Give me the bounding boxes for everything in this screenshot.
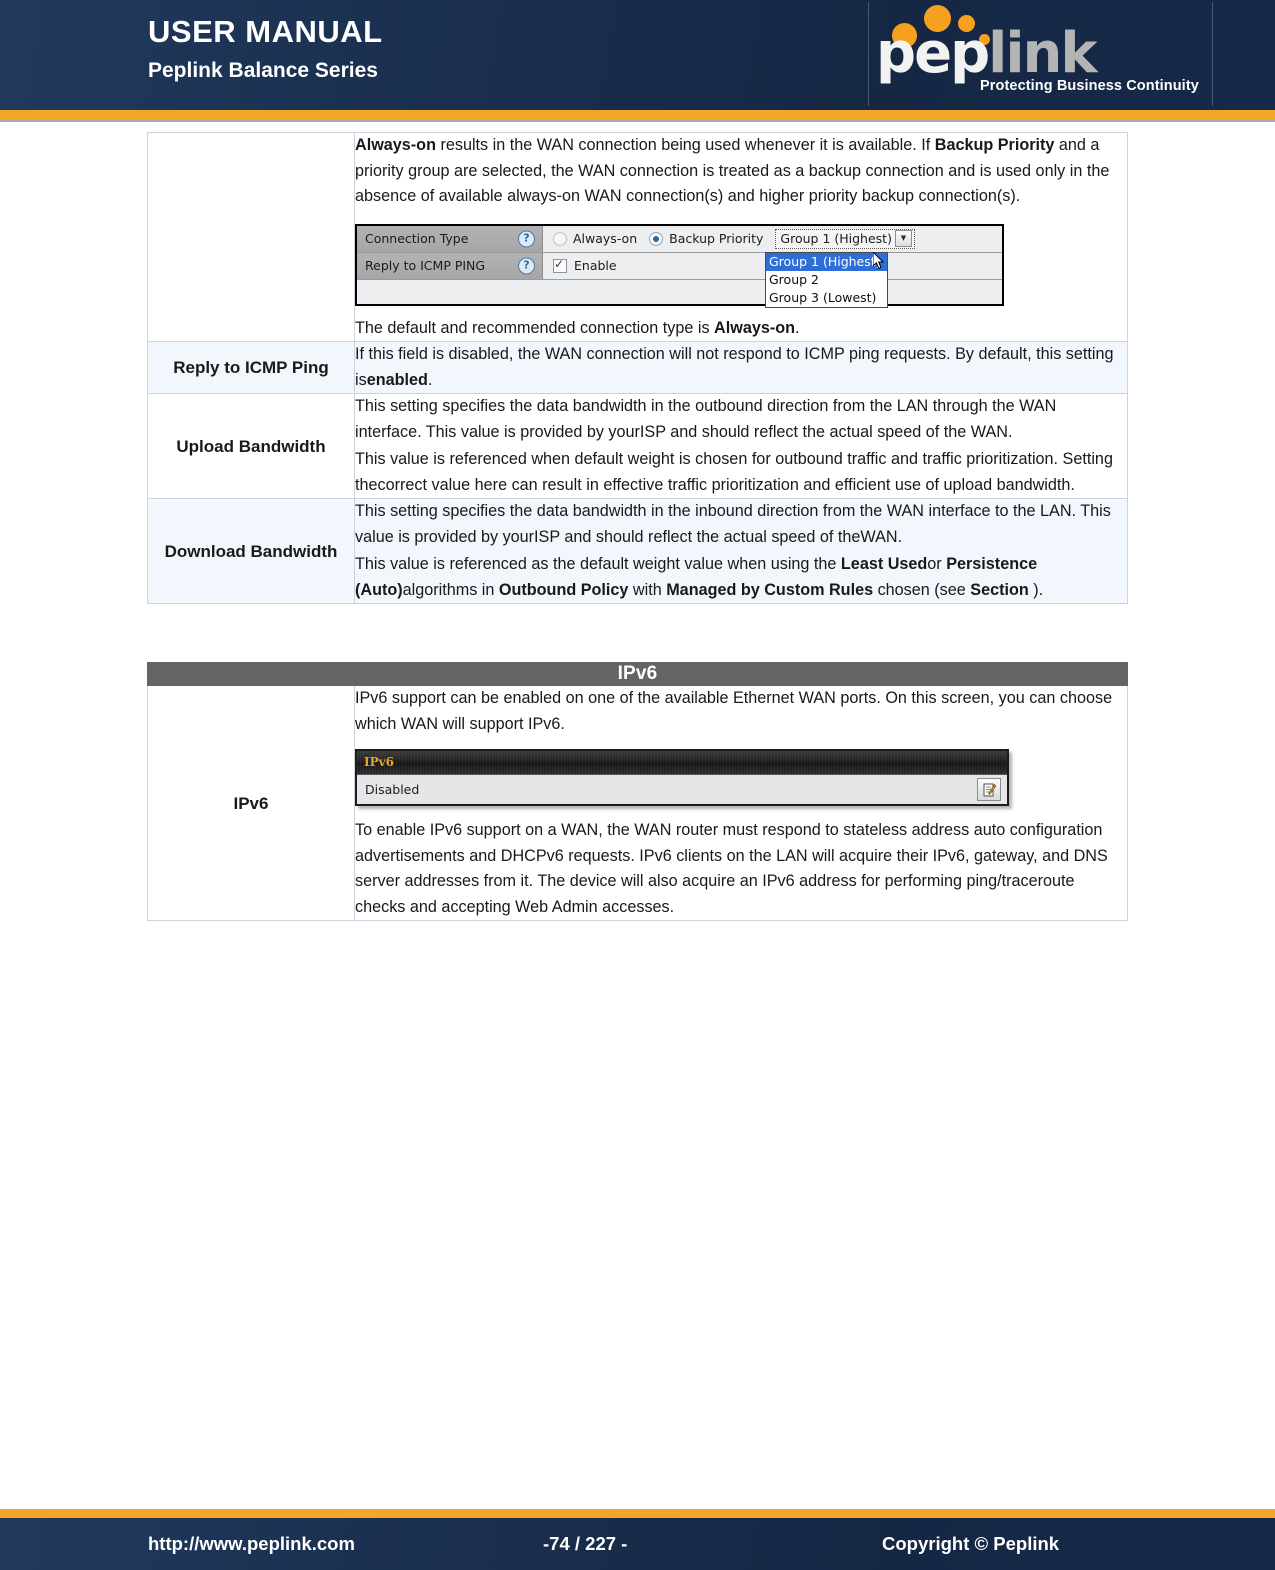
logo-word-link: link — [988, 21, 1097, 86]
ipv6-widget-title: IPv6 — [364, 754, 394, 769]
footer-orange-divider — [0, 1509, 1275, 1518]
footer-page-number: -74 / 227 - — [543, 1533, 628, 1554]
paragraph: This setting specifies the data bandwidt… — [355, 397, 1057, 441]
connection-type-label: Connection Type ? — [357, 225, 543, 252]
priority-group-select[interactable]: Group 1 (Highest) ▼ — [775, 228, 915, 249]
radio-backup-priority[interactable] — [649, 231, 664, 246]
reply-icmp-ping-label-text: Reply to ICMP PING — [365, 257, 486, 273]
radio-always-on[interactable] — [553, 231, 567, 246]
paragraph: The default and recommended connection t… — [355, 318, 800, 337]
logo-divider-right — [1212, 2, 1213, 106]
page-content: Always-on results in the WAN connection … — [0, 132, 1275, 921]
wan-settings-table: Always-on results in the WAN connection … — [147, 132, 1128, 604]
footer-bar: http://www.peplink.com -74 / 227 - Copyr… — [0, 1518, 1275, 1570]
row-description-cell: Always-on results in the WAN connection … — [354, 132, 1128, 342]
radio-always-on-label: Always-on — [573, 230, 638, 246]
chevron-down-icon[interactable]: ▼ — [894, 230, 912, 247]
row-description-cell: This setting specifies the data bandwidt… — [354, 498, 1128, 604]
connection-type-label-text: Connection Type — [365, 230, 469, 246]
paragraph: IPv6 support can be enabled on one of th… — [355, 689, 1113, 733]
ipv6-widget-body: Disabled — [357, 774, 1007, 804]
mouse-cursor-icon — [873, 251, 885, 269]
radio-backup-priority-label: Backup Priority — [669, 230, 764, 246]
table-row: Always-on results in the WAN connection … — [147, 132, 1128, 342]
dropdown-option[interactable]: Group 3 (Lowest) — [766, 289, 887, 307]
header-title-block: USER MANUAL Peplink Balance Series — [148, 12, 383, 86]
paragraph: This setting specifies the data bandwidt… — [355, 502, 1111, 546]
logo-word-pep: pep — [876, 21, 990, 86]
paragraph: If this field is disabled, the WAN conne… — [355, 345, 1114, 389]
table-row: Download Bandwidth This setting specifie… — [147, 498, 1128, 604]
row-label-cell: IPv6 — [147, 685, 355, 921]
connection-type-widget: Connection Type ? Always-on Backup Prior… — [355, 223, 1004, 308]
logo-tagline: Protecting Business Continuity — [980, 78, 1199, 94]
table-row: Upload Bandwidth This setting specifies … — [147, 393, 1128, 499]
page-footer: http://www.peplink.com -74 / 227 - Copyr… — [0, 1509, 1275, 1570]
logo-wordmark: peplink — [876, 21, 1098, 86]
dropdown-option[interactable]: Group 1 (Highest) — [766, 252, 887, 271]
help-icon[interactable]: ? — [518, 257, 535, 274]
connection-type-row: Connection Type ? Always-on Backup Prior… — [357, 225, 1002, 253]
page-title: USER MANUAL — [148, 14, 383, 49]
row-label-cell — [147, 132, 355, 342]
reply-icmp-ping-row: Reply to ICMP PING ? Enable — [357, 252, 1002, 280]
row-label-cell: Upload Bandwidth — [147, 393, 355, 499]
connection-type-value: Always-on Backup Priority Group 1 (Highe… — [543, 225, 1002, 252]
reply-icmp-ping-label: Reply to ICMP PING ? — [357, 252, 543, 279]
paragraph: This value is referenced when default we… — [355, 450, 1113, 494]
row-description-cell: If this field is disabled, the WAN conne… — [354, 341, 1128, 394]
paragraph: Always-on results in the WAN connection … — [355, 136, 1110, 205]
dropdown-option[interactable]: Group 2 — [766, 271, 887, 289]
footer-website-link[interactable]: http://www.peplink.com — [148, 1533, 355, 1555]
edit-icon[interactable] — [977, 778, 1001, 801]
enable-checkbox-label: Enable — [574, 257, 617, 273]
header-orange-divider — [0, 110, 1275, 119]
row-description-cell: This setting specifies the data bandwidt… — [354, 393, 1128, 499]
table-row: IPv6 IPv6 support can be enabled on one … — [147, 685, 1129, 921]
header-gray-divider — [0, 119, 1275, 122]
priority-group-select-value: Group 1 (Highest) — [780, 230, 892, 246]
help-icon[interactable]: ? — [518, 230, 535, 247]
row-label-cell: Download Bandwidth — [147, 498, 355, 604]
peplink-logo: peplink Protecting Business Continuity — [868, 2, 1213, 106]
priority-group-dropdown[interactable]: Group 1 (Highest) Group 2 Group 3 (Lowes… — [765, 251, 888, 308]
paragraph: This value is referenced as the default … — [355, 555, 1044, 599]
row-description-cell: IPv6 support can be enabled on one of th… — [353, 685, 1129, 921]
ipv6-status-widget: IPv6 Disabled — [355, 749, 1009, 806]
widget-footer-strip — [357, 279, 1002, 304]
table-row: Reply to ICMP Ping If this field is disa… — [147, 341, 1128, 394]
footer-copyright: Copyright © Peplink — [882, 1533, 1060, 1554]
ipv6-section-header: IPv6 — [146, 662, 1129, 686]
ipv6-status-value: Disabled — [365, 781, 420, 797]
ipv6-header-row: IPv6 — [146, 662, 1129, 686]
enable-checkbox[interactable] — [553, 257, 567, 273]
page-header: USER MANUAL Peplink Balance Series pepli… — [0, 0, 1275, 110]
page-subtitle: Peplink Balance Series — [148, 59, 378, 82]
paragraph: To enable IPv6 support on a WAN, the WAN… — [355, 821, 1108, 916]
ipv6-widget-titlebar: IPv6 — [357, 751, 1007, 774]
row-label-cell: Reply to ICMP Ping — [147, 341, 355, 394]
ipv6-table: IPv6 IPv6 IPv6 support can be enabled on… — [146, 662, 1129, 921]
logo-divider-left — [868, 2, 869, 106]
